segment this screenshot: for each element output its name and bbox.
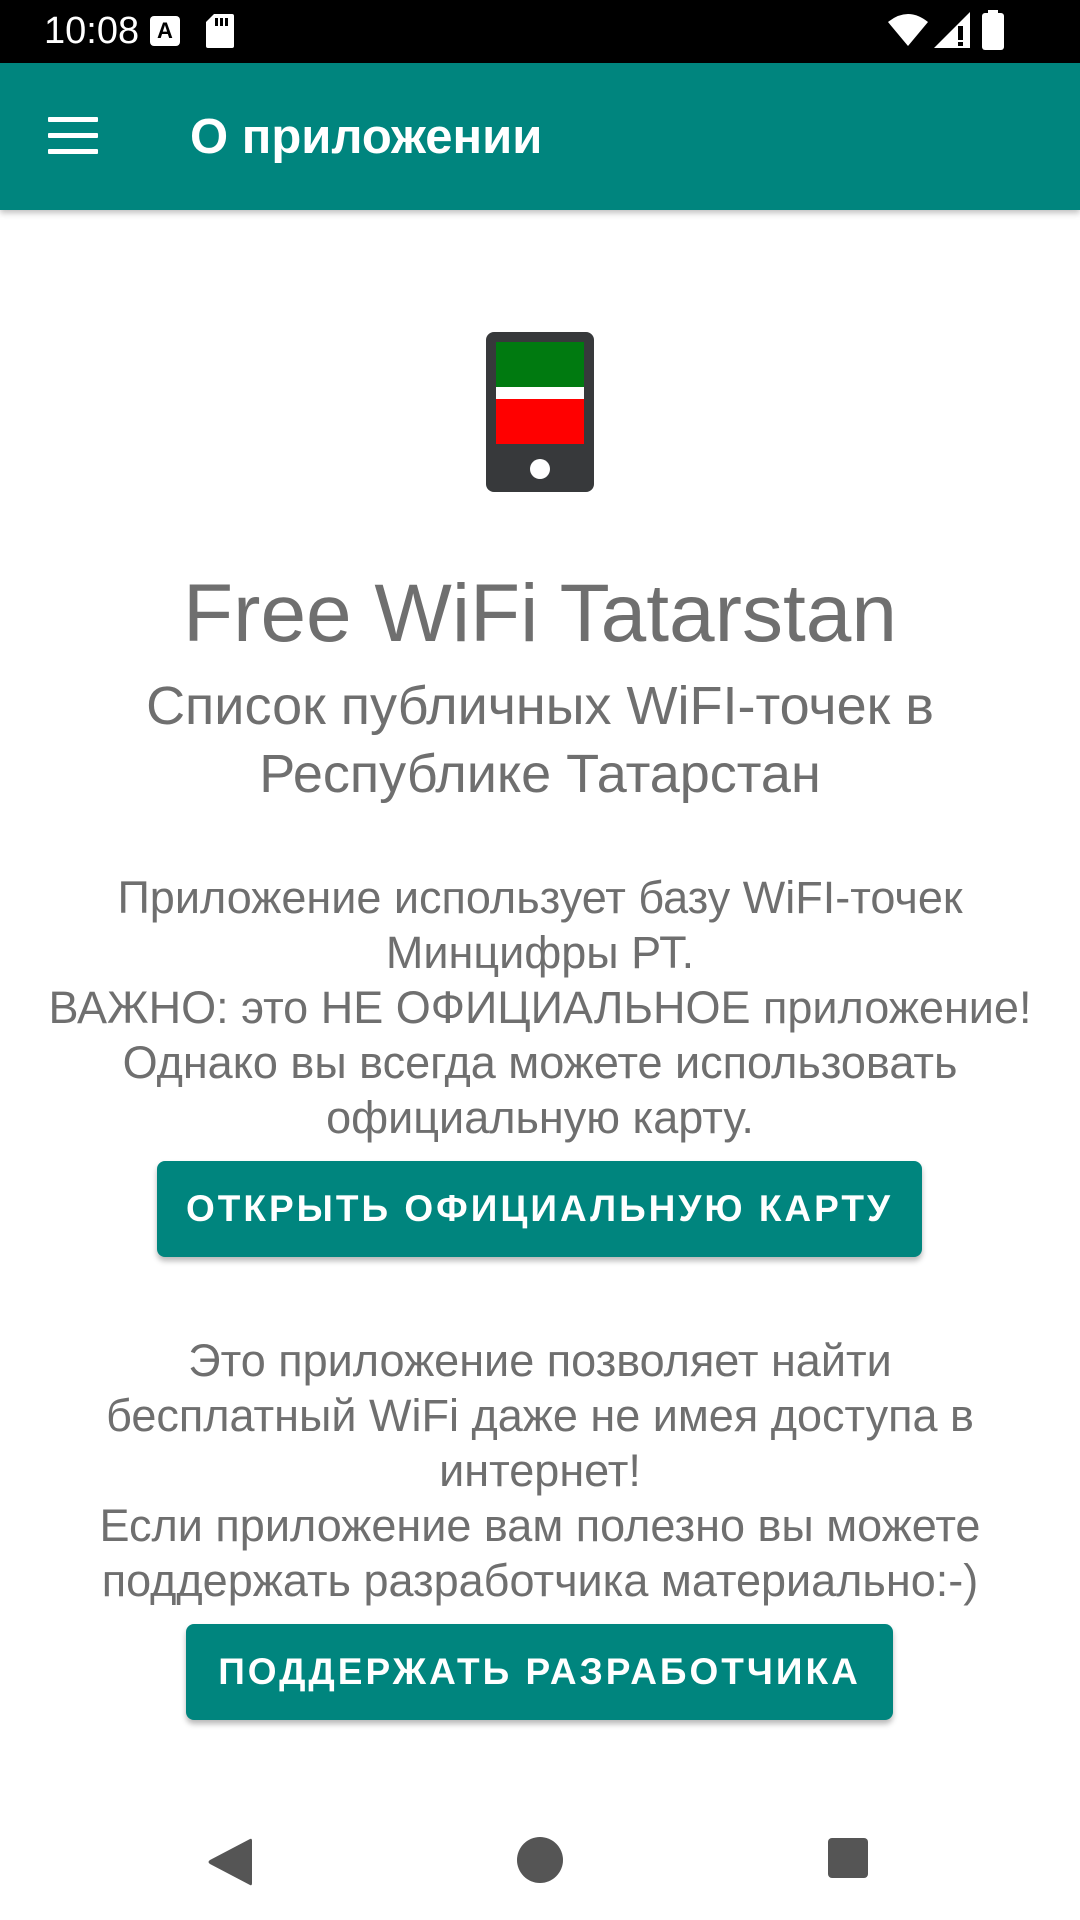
signal-icon xyxy=(934,12,970,48)
phone-tatarstan-flag-icon xyxy=(486,332,594,492)
battery-icon xyxy=(982,10,1004,50)
support-developer-button[interactable]: ПОДДЕРЖАТЬ РАЗРАБОТЧИКА xyxy=(186,1624,893,1720)
system-nav-bar xyxy=(0,1800,1080,1920)
support-line: Это приложение позволяет найти xyxy=(188,1335,892,1386)
page-title: О приложении xyxy=(190,110,543,164)
menu-line xyxy=(48,133,98,138)
wifi-icon xyxy=(888,14,928,46)
support-text: Это приложение позволяет найти бесплатны… xyxy=(20,1333,1060,1608)
sd-card-icon xyxy=(206,14,234,48)
app-name: Free WiFi Tatarstan xyxy=(183,568,897,659)
info-line: официальную карту. xyxy=(326,1092,754,1143)
menu-line xyxy=(48,117,98,122)
support-line: Если приложение вам полезно вы можете xyxy=(99,1500,981,1551)
info-line: Минцифры РТ. xyxy=(385,927,695,978)
back-icon[interactable] xyxy=(206,1837,252,1887)
recents-icon[interactable] xyxy=(828,1838,868,1878)
info-line: ВАЖНО: это НЕ ОФИЦИАЛЬНОЕ приложение! xyxy=(48,982,1032,1033)
info-line: Однако вы всегда можете использовать xyxy=(122,1037,958,1088)
home-icon[interactable] xyxy=(517,1837,563,1883)
support-line: интернет! xyxy=(439,1445,641,1496)
app-subtitle: Список публичных WiFI-точек в Республике… xyxy=(146,676,934,804)
open-official-map-button[interactable]: ОТКРЫТЬ ОФИЦИАЛЬНУЮ КАРТУ xyxy=(157,1161,922,1257)
hamburger-menu-icon[interactable] xyxy=(28,97,116,177)
info-text: Приложение использует базу WiFI-точек Ми… xyxy=(20,870,1060,1145)
status-time: 10:08 xyxy=(44,10,140,52)
support-line: поддержать разработчика материально:-) xyxy=(101,1555,979,1606)
status-bar: 10:08 A xyxy=(0,0,1080,63)
support-line: бесплатный WiFi даже не имея доступа в xyxy=(106,1390,974,1441)
menu-line xyxy=(48,149,98,154)
a-notification-icon: A xyxy=(150,16,180,46)
app-bar: О приложении xyxy=(0,63,1080,210)
info-line: Приложение использует базу WiFI-точек xyxy=(117,872,963,923)
